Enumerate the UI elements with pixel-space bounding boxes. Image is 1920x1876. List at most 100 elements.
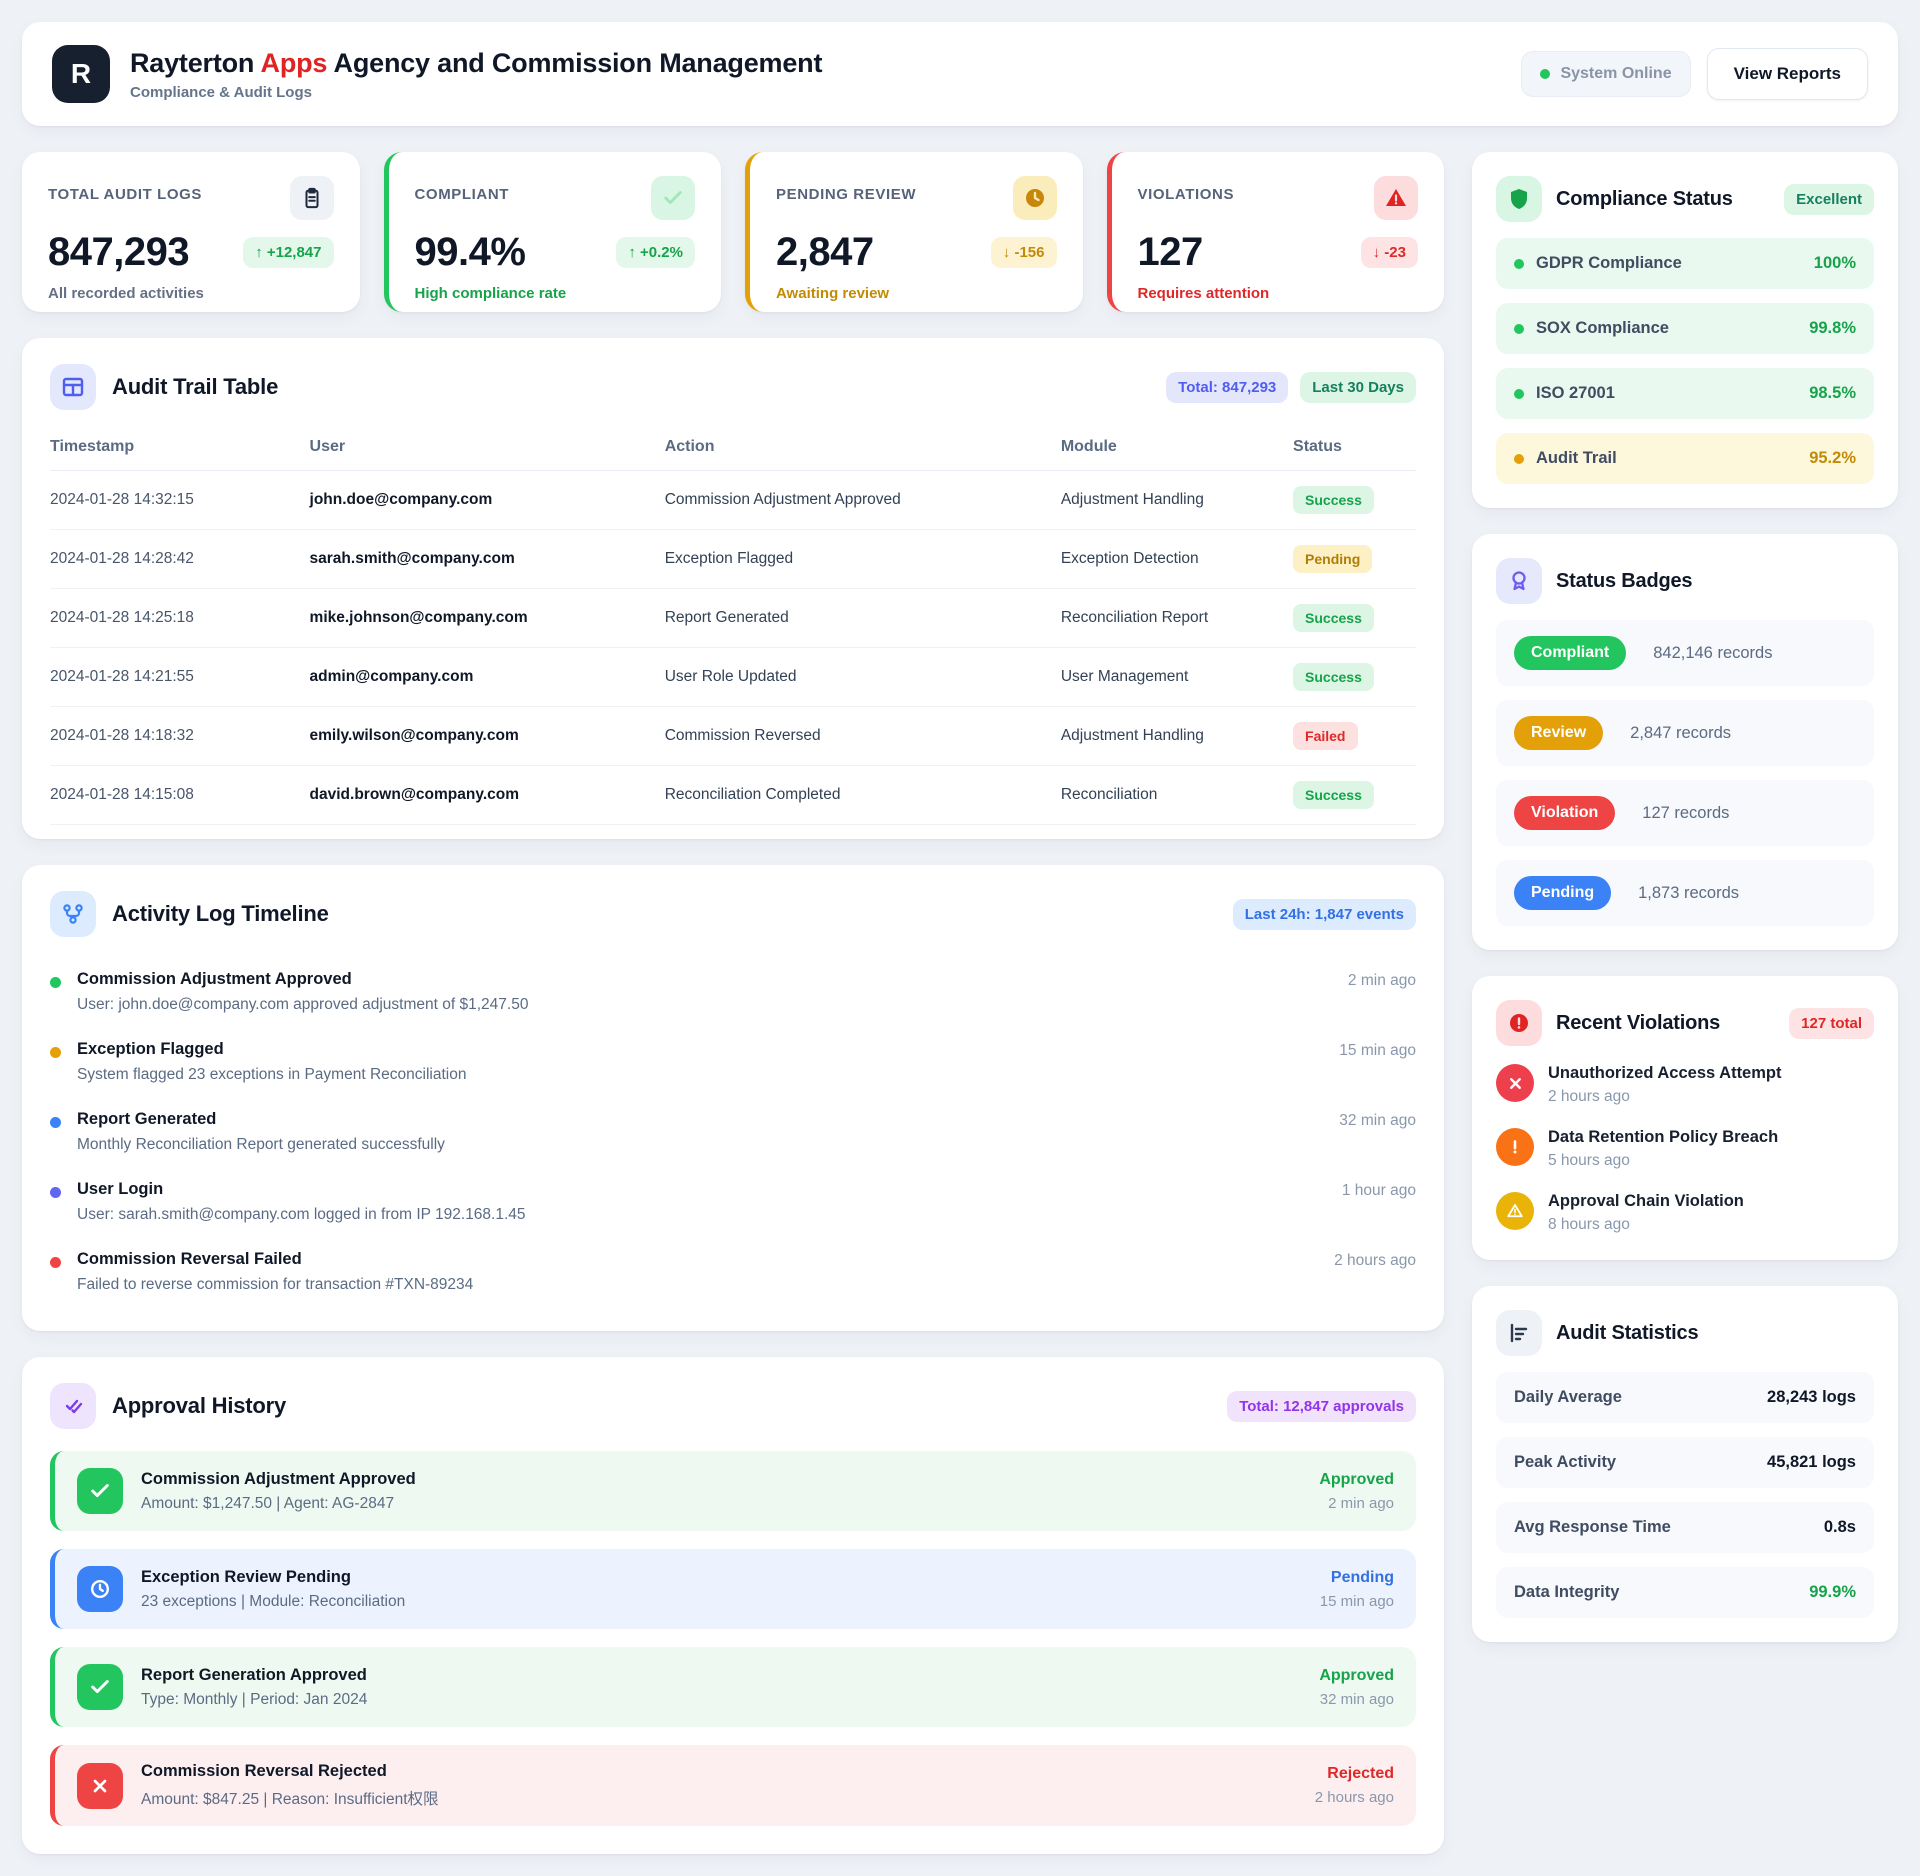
approval-title: Exception Review Pending	[141, 1568, 405, 1587]
stat-label: TOTAL AUDIT LOGS	[48, 176, 202, 203]
column-header-status: Status	[1293, 426, 1416, 471]
approval-time: 32 min ago	[1319, 1691, 1394, 1708]
statistic-value: 45,821 logs	[1767, 1453, 1856, 1472]
status-dot-icon	[1514, 454, 1524, 464]
system-status-badge: System Online	[1521, 51, 1690, 97]
approval-title: Commission Reversal Rejected	[141, 1762, 439, 1781]
event-dot-icon	[50, 1047, 61, 1058]
approval-title: Commission Adjustment Approved	[141, 1470, 416, 1489]
stat-delta-badge: ↓ -23	[1361, 237, 1418, 268]
violation-time: 5 hours ago	[1548, 1152, 1778, 1170]
table-row: 2024-01-28 14:32:15 john.doe@company.com…	[50, 471, 1416, 530]
badge-count: 2,847 records	[1630, 724, 1731, 743]
statistic-value: 0.8s	[1824, 1518, 1856, 1537]
status-badge: Success	[1293, 663, 1374, 691]
approval-item: Exception Review Pending 23 exceptions |…	[50, 1549, 1416, 1629]
approval-item: Report Generation Approved Type: Monthly…	[50, 1647, 1416, 1727]
cell-action: Commission Reversed	[665, 707, 1061, 766]
cell-module: Reconciliation	[1061, 766, 1293, 825]
stat-label: COMPLIANT	[415, 176, 510, 203]
cell-action: Report Generated	[665, 589, 1061, 648]
compliance-item: Audit Trail 95.2%	[1496, 433, 1874, 484]
cell-timestamp: 2024-01-28 14:28:42	[50, 530, 310, 589]
stat-card-violations: VIOLATIONS 127 ↓ -23 Requires attention	[1107, 152, 1445, 312]
event-title: Commission Adjustment Approved	[77, 970, 528, 989]
dashboard-page: R Rayterton Apps Agency and Commission M…	[0, 0, 1920, 1876]
violation-title: Unauthorized Access Attempt	[1548, 1064, 1781, 1083]
bar-chart-icon	[1496, 1310, 1542, 1356]
stat-cards: TOTAL AUDIT LOGS 847,293 ↑ +12,847 All r…	[22, 152, 1444, 312]
events-count-badge: Last 24h: 1,847 events	[1233, 899, 1416, 930]
badge-count: 127 records	[1642, 804, 1729, 823]
page-subtitle: Compliance & Audit Logs	[130, 84, 822, 101]
warning-triangle-icon	[1496, 1192, 1534, 1230]
compliance-label: SOX Compliance	[1536, 319, 1669, 338]
approval-detail: 23 exceptions | Module: Reconciliation	[141, 1593, 405, 1611]
card-title: Audit Statistics	[1556, 1322, 1874, 1345]
approval-item: Commission Adjustment Approved Amount: $…	[50, 1451, 1416, 1531]
approvals-total-badge: Total: 12,847 approvals	[1227, 1391, 1416, 1422]
compliance-item: SOX Compliance 99.8%	[1496, 303, 1874, 354]
audit-statistics-card: Audit Statistics Daily Average 28,243 lo…	[1472, 1286, 1898, 1642]
cell-module: Adjustment Handling	[1061, 707, 1293, 766]
clock-icon	[1013, 176, 1057, 220]
event-description: Failed to reverse commission for transac…	[77, 1276, 473, 1294]
violation-item: Unauthorized Access Attempt 2 hours ago	[1496, 1064, 1874, 1106]
stat-label: PENDING REVIEW	[776, 176, 916, 203]
status-dot-icon	[1514, 389, 1524, 399]
cell-module: User Management	[1061, 648, 1293, 707]
column-header-action: Action	[665, 426, 1061, 471]
recent-violations-card: Recent Violations 127 total Unauthorized…	[1472, 976, 1898, 1260]
statistic-row: Daily Average 28,243 logs	[1496, 1372, 1874, 1423]
cell-timestamp: 2024-01-28 14:18:32	[50, 707, 310, 766]
timeline-event: Commission Adjustment Approved User: joh…	[50, 957, 1416, 1027]
badge-row: Pending 1,873 records	[1496, 860, 1874, 926]
event-title: User Login	[77, 1180, 526, 1199]
event-time: 15 min ago	[1339, 1040, 1416, 1084]
cell-action: Exception Flagged	[665, 530, 1061, 589]
violation-title: Approval Chain Violation	[1548, 1192, 1744, 1211]
cell-user: admin@company.com	[310, 648, 665, 707]
statistic-row: Avg Response Time 0.8s	[1496, 1502, 1874, 1553]
stat-value: 847,293	[48, 230, 189, 275]
approval-status: Approved	[1319, 1667, 1394, 1685]
cell-module: Reconciliation Report	[1061, 589, 1293, 648]
x-icon	[77, 1763, 123, 1809]
cell-timestamp: 2024-01-28 14:21:55	[50, 648, 310, 707]
status-badge: Pending	[1293, 545, 1372, 573]
card-title: Compliance Status	[1556, 188, 1770, 211]
double-check-icon	[50, 1383, 96, 1429]
violation-item: Approval Chain Violation 8 hours ago	[1496, 1192, 1874, 1234]
exclamation-circle-icon	[1496, 1128, 1534, 1166]
status-badge: Failed	[1293, 722, 1357, 750]
compliance-item: ISO 27001 98.5%	[1496, 368, 1874, 419]
stat-card-compliant: COMPLIANT 99.4% ↑ +0.2% High compliance …	[384, 152, 722, 312]
cell-user: mike.johnson@company.com	[310, 589, 665, 648]
view-reports-button[interactable]: View Reports	[1707, 48, 1868, 100]
table-row: 2024-01-28 14:21:55 admin@company.com Us…	[50, 648, 1416, 707]
check-icon	[651, 176, 695, 220]
statistic-row: Data Integrity 99.9%	[1496, 1567, 1874, 1618]
approval-detail: Amount: $847.25 | Reason: Insufficient权限	[141, 1787, 439, 1809]
approval-detail: Amount: $1,247.50 | Agent: AG-2847	[141, 1495, 416, 1513]
table-row: 2024-01-28 14:18:32 emily.wilson@company…	[50, 707, 1416, 766]
activity-timeline-section: Activity Log Timeline Last 24h: 1,847 ev…	[22, 865, 1444, 1331]
table-row: 2024-01-28 14:25:18 mike.johnson@company…	[50, 589, 1416, 648]
cell-action: Commission Adjustment Approved	[665, 471, 1061, 530]
cell-module: Adjustment Handling	[1061, 471, 1293, 530]
medal-icon	[1496, 558, 1542, 604]
section-title: Audit Trail Table	[112, 374, 1150, 400]
cell-module: Exception Detection	[1061, 530, 1293, 589]
cell-user: david.brown@company.com	[310, 766, 665, 825]
compliance-rating-badge: Excellent	[1784, 184, 1874, 215]
event-time: 1 hour ago	[1342, 1180, 1416, 1224]
compliance-value: 99.8%	[1809, 319, 1856, 338]
statistic-row: Peak Activity 45,821 logs	[1496, 1437, 1874, 1488]
period-badge: Last 30 Days	[1300, 372, 1416, 403]
compliance-item: GDPR Compliance 100%	[1496, 238, 1874, 289]
system-status-label: System Online	[1560, 65, 1671, 83]
cell-timestamp: 2024-01-28 14:25:18	[50, 589, 310, 648]
stat-card-total-audit-logs: TOTAL AUDIT LOGS 847,293 ↑ +12,847 All r…	[22, 152, 360, 312]
compliance-value: 100%	[1814, 254, 1856, 273]
statistic-label: Daily Average	[1514, 1388, 1622, 1407]
